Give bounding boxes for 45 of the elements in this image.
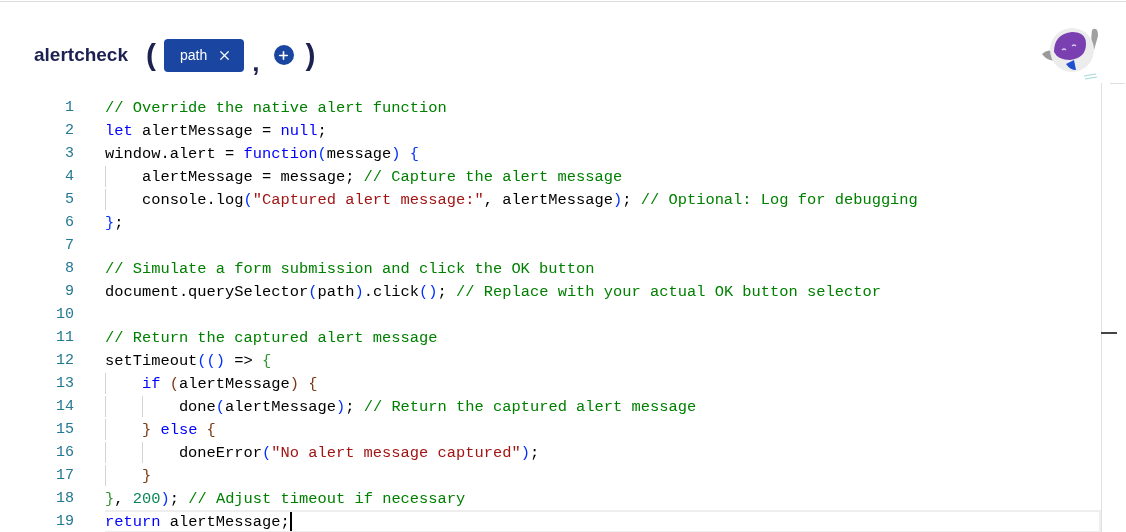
line-number: 5 xyxy=(64,191,74,208)
code-line: done(alertMessage); // Return the captured alert message xyxy=(177,397,697,416)
line-number: 14 xyxy=(55,398,74,415)
code-line: alertMessage = message; // Capture the alert message xyxy=(140,167,623,186)
code-line: }, 200); // Adjust timeout if necessary xyxy=(105,489,466,508)
open-paren: ( xyxy=(146,40,156,70)
line-number: 10 xyxy=(55,306,74,323)
code-line: window.alert = function(message) { xyxy=(105,144,420,163)
text-cursor xyxy=(289,512,292,531)
line-number: 8 xyxy=(64,260,74,277)
line-number: 16 xyxy=(55,444,74,461)
line-number: 13 xyxy=(55,375,74,392)
code-line: let alertMessage = null; xyxy=(105,121,327,140)
code-line: // Simulate a form submission and click the OK button xyxy=(105,259,595,278)
code-line: document.querySelector(path).click(); // Replace with your actual OK button selector xyxy=(105,282,881,301)
code-line: } xyxy=(140,466,152,485)
code-line: doneError("No alert message captured"); xyxy=(177,443,540,462)
line-number: 11 xyxy=(55,329,74,346)
close-paren: ) xyxy=(305,40,316,70)
scroll-marker xyxy=(1101,332,1117,334)
line-number: 4 xyxy=(64,168,74,185)
line-number: 7 xyxy=(64,237,74,254)
line-number: 18 xyxy=(55,490,74,507)
separator: , xyxy=(252,49,260,75)
param-chip[interactable]: path xyxy=(164,38,245,72)
code-line: } else { xyxy=(140,420,216,439)
code-line: if (alertMessage) { xyxy=(140,374,318,393)
line-number: 17 xyxy=(55,467,74,484)
code-line: // Return the captured alert message xyxy=(105,328,438,347)
code-line: return alertMessage; xyxy=(105,512,290,531)
line-number: 2 xyxy=(64,122,74,139)
code-line: }; xyxy=(105,213,124,232)
line-number: 1 xyxy=(64,99,74,116)
line-number: 15 xyxy=(55,421,74,438)
plus-icon xyxy=(277,48,290,62)
function-name: alertcheck xyxy=(34,44,128,66)
line-number: 12 xyxy=(55,352,74,369)
code-line: // Override the native alert function xyxy=(105,98,447,117)
code-line: console.log("Captured alert message:", alertMessage); // Optional: Log for debugging xyxy=(140,190,918,209)
add-button[interactable] xyxy=(273,45,294,65)
line-number: 19 xyxy=(55,513,74,530)
line-number: 6 xyxy=(64,214,74,231)
code-line: setTimeout(() => { xyxy=(105,351,272,370)
line-number: 9 xyxy=(64,283,74,300)
line-number: 3 xyxy=(64,145,74,162)
